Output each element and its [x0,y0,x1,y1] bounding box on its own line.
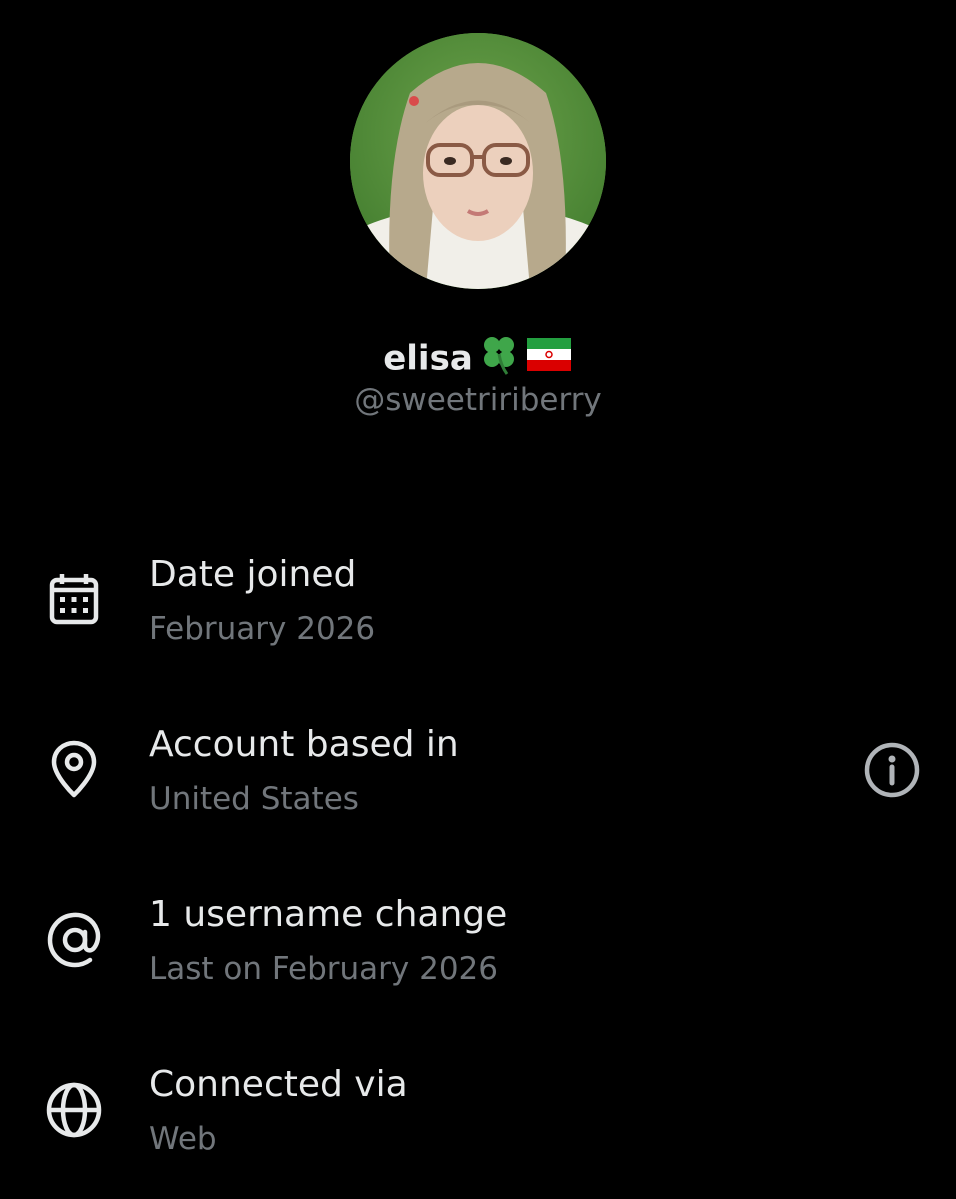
username-change-value: Last on February 2026 [149,951,499,987]
display-name-text: elisa [383,338,473,379]
account-based-in-value: United States [149,781,359,817]
account-based-in-title: Account based in [149,724,459,765]
date-joined-title: Date joined [149,554,357,595]
location-pin-icon [44,740,104,800]
username-change-title: 1 username change [149,894,508,935]
avatar[interactable] [350,33,606,289]
calendar-icon [44,570,104,630]
account-based-in-row: Account based in United States [0,715,956,855]
at-sign-icon [44,910,104,970]
date-joined-row: Date joined February 2026 [0,545,956,685]
profile-header: elisa @sweetririberry [0,0,956,440]
avatar-image [350,33,606,289]
connected-via-row: Connected via Web [0,1055,956,1195]
username-handle: @sweetririberry [354,382,602,418]
globe-icon [44,1080,104,1140]
connected-via-title: Connected via [149,1064,408,1105]
date-joined-value: February 2026 [149,611,376,647]
iran-flag-icon [525,334,573,386]
info-icon[interactable] [862,740,922,800]
username-change-row: 1 username change Last on February 2026 [0,885,956,1025]
connected-via-value: Web [149,1121,217,1157]
